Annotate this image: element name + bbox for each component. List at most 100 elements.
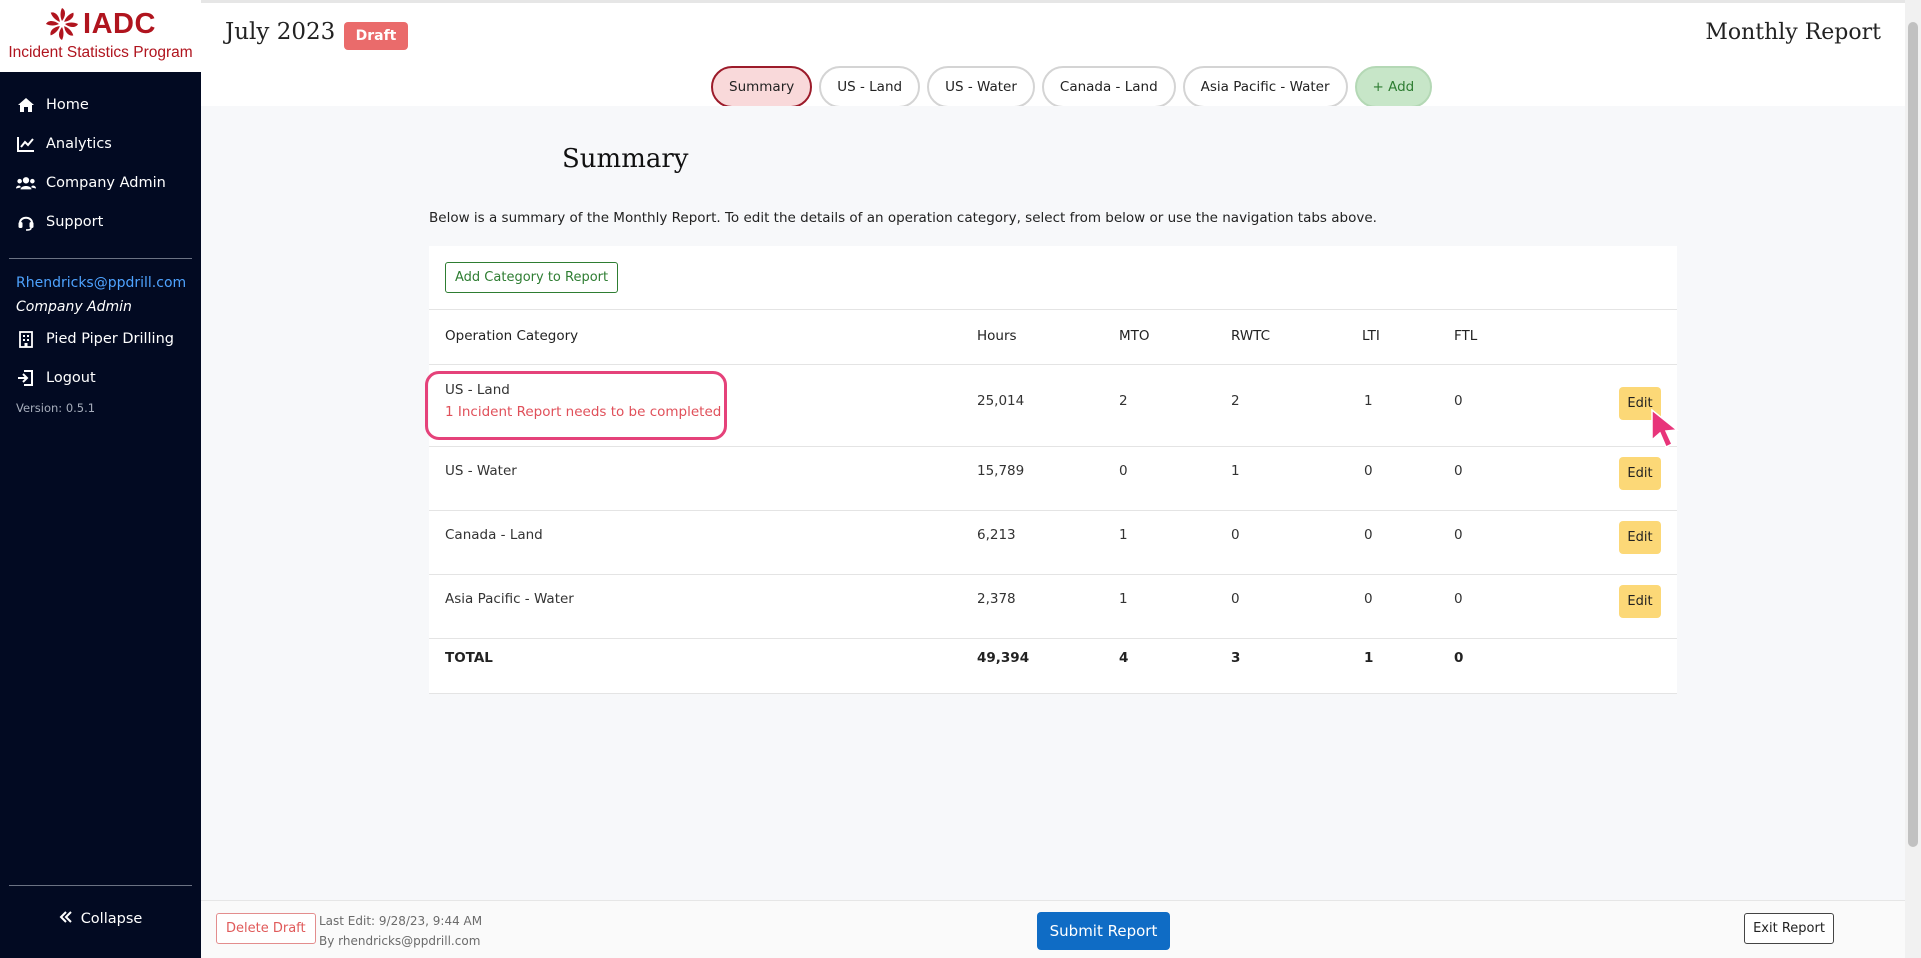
column-header-rwtc: RWTC xyxy=(1231,328,1271,344)
edit-button[interactable]: Edit xyxy=(1619,521,1661,554)
divider xyxy=(429,364,1677,365)
column-header-lti: LTI xyxy=(1362,328,1380,344)
logo-subtitle: Incident Statistics Program xyxy=(8,44,193,61)
row-lti: 1 xyxy=(1364,393,1373,409)
building-icon xyxy=(16,330,36,348)
total-rwtc: 3 xyxy=(1231,650,1241,666)
row-rwtc: 1 xyxy=(1231,463,1240,479)
row-hours: 15,789 xyxy=(977,463,1025,479)
summary-table-card: Add Category to Report Operation Categor… xyxy=(425,246,1677,694)
company-name: Pied Piper Drilling xyxy=(46,331,174,347)
main-content: Summary Below is a summary of the Monthl… xyxy=(201,106,1905,900)
section-heading: Summary xyxy=(562,144,689,174)
row-lti: 0 xyxy=(1364,591,1373,607)
users-icon xyxy=(16,174,36,192)
row-category: US - Land xyxy=(445,382,510,398)
row-mto: 1 xyxy=(1119,591,1128,607)
nav-logout[interactable]: Logout xyxy=(16,369,96,387)
nav-analytics[interactable]: Analytics xyxy=(16,135,112,153)
total-ftl: 0 xyxy=(1454,650,1464,666)
nav-company-admin-label: Company Admin xyxy=(46,175,166,191)
last-edit-time: Last Edit: 9/28/23, 9:44 AM xyxy=(319,914,483,928)
version-label: Version: 0.5.1 xyxy=(16,401,96,415)
row-rwtc: 0 xyxy=(1231,527,1240,543)
divider xyxy=(429,638,1677,639)
divider xyxy=(429,446,1677,447)
row-category: US - Water xyxy=(445,463,517,479)
tab-add[interactable]: + Add xyxy=(1354,66,1433,108)
sidebar-divider xyxy=(9,258,192,259)
row-rwtc: 2 xyxy=(1231,393,1240,409)
row-category: Asia Pacific - Water xyxy=(445,591,574,607)
scrollbar-thumb[interactable] xyxy=(1908,22,1918,847)
row-ftl: 0 xyxy=(1454,463,1463,479)
home-icon xyxy=(16,96,36,114)
scrollbar[interactable] xyxy=(1905,0,1921,958)
edit-button[interactable]: Edit xyxy=(1619,457,1661,490)
user-email[interactable]: Rhendricks@ppdrill.com xyxy=(16,275,186,291)
double-chevron-left-icon xyxy=(59,911,73,927)
chart-line-icon xyxy=(16,135,36,153)
intro-text: Below is a summary of the Monthly Report… xyxy=(429,210,1377,226)
user-role: Company Admin xyxy=(16,299,132,315)
column-header-ftl: FTL xyxy=(1454,328,1478,344)
logo-text: IADC xyxy=(83,8,156,40)
nav-home-label: Home xyxy=(46,97,89,113)
last-edit-info: Last Edit: 9/28/23, 9:44 AM By rhendrick… xyxy=(319,911,482,951)
exit-report-button[interactable]: Exit Report xyxy=(1744,913,1834,944)
header: July 2023 Draft Monthly Report Summary U… xyxy=(201,0,1905,108)
page-title: Monthly Report xyxy=(1705,20,1881,45)
report-period-title: July 2023 xyxy=(225,19,336,45)
nav-support[interactable]: Support xyxy=(16,213,103,231)
tab-us-land[interactable]: US - Land xyxy=(819,66,921,108)
row-mto: 2 xyxy=(1119,393,1128,409)
incident-warning[interactable]: 1 Incident Report needs to be completed xyxy=(445,404,721,420)
divider xyxy=(429,510,1677,511)
logo[interactable]: IADC Incident Statistics Program xyxy=(0,0,201,72)
tab-canada-land[interactable]: Canada - Land xyxy=(1041,66,1176,108)
mouse-cursor-icon xyxy=(1651,408,1679,449)
headset-icon xyxy=(16,213,36,231)
row-lti: 0 xyxy=(1364,463,1373,479)
row-ftl: 0 xyxy=(1454,393,1463,409)
row-hours: 2,378 xyxy=(977,591,1016,607)
column-header-mto: MTO xyxy=(1119,328,1150,344)
iadc-logo-icon xyxy=(46,8,79,40)
row-hours: 6,213 xyxy=(977,527,1016,543)
nav-analytics-label: Analytics xyxy=(46,136,112,152)
divider xyxy=(429,309,1677,310)
tab-asia-pacific-water[interactable]: Asia Pacific - Water xyxy=(1182,66,1348,108)
collapse-label: Collapse xyxy=(80,911,143,927)
column-header-operation-category: Operation Category xyxy=(445,328,579,344)
divider xyxy=(429,574,1677,575)
column-header-hours: Hours xyxy=(977,328,1017,344)
footer-bar: Delete Draft Last Edit: 9/28/23, 9:44 AM… xyxy=(201,900,1905,958)
row-ftl: 0 xyxy=(1454,591,1463,607)
row-mto: 0 xyxy=(1119,463,1128,479)
total-hours: 49,394 xyxy=(977,650,1030,666)
tab-us-water[interactable]: US - Water xyxy=(927,66,1035,108)
last-edit-user: By rhendricks@ppdrill.com xyxy=(319,934,481,948)
add-category-button[interactable]: Add Category to Report xyxy=(445,262,619,293)
delete-draft-button[interactable]: Delete Draft xyxy=(216,913,316,944)
nav-company-admin[interactable]: Company Admin xyxy=(16,174,166,192)
nav-home[interactable]: Home xyxy=(16,96,89,114)
status-badge: Draft xyxy=(344,22,408,50)
category-tabs: Summary US - Land US - Water Canada - La… xyxy=(711,66,1433,108)
logout-label: Logout xyxy=(46,370,96,386)
total-mto: 4 xyxy=(1119,650,1129,666)
submit-report-button[interactable]: Submit Report xyxy=(1037,912,1170,950)
row-category: Canada - Land xyxy=(445,527,543,543)
sidebar: IADC Incident Statistics Program Home An… xyxy=(0,0,201,958)
edit-button[interactable]: Edit xyxy=(1619,585,1661,618)
logout-icon xyxy=(16,369,36,387)
total-lti: 1 xyxy=(1364,650,1374,666)
divider xyxy=(429,693,1677,694)
sidebar-divider xyxy=(9,885,192,886)
row-rwtc: 0 xyxy=(1231,591,1240,607)
collapse-button[interactable]: Collapse xyxy=(0,911,201,927)
total-label: TOTAL xyxy=(445,650,493,666)
row-ftl: 0 xyxy=(1454,527,1463,543)
nav-company[interactable]: Pied Piper Drilling xyxy=(16,330,174,348)
tab-summary[interactable]: Summary xyxy=(711,66,813,108)
